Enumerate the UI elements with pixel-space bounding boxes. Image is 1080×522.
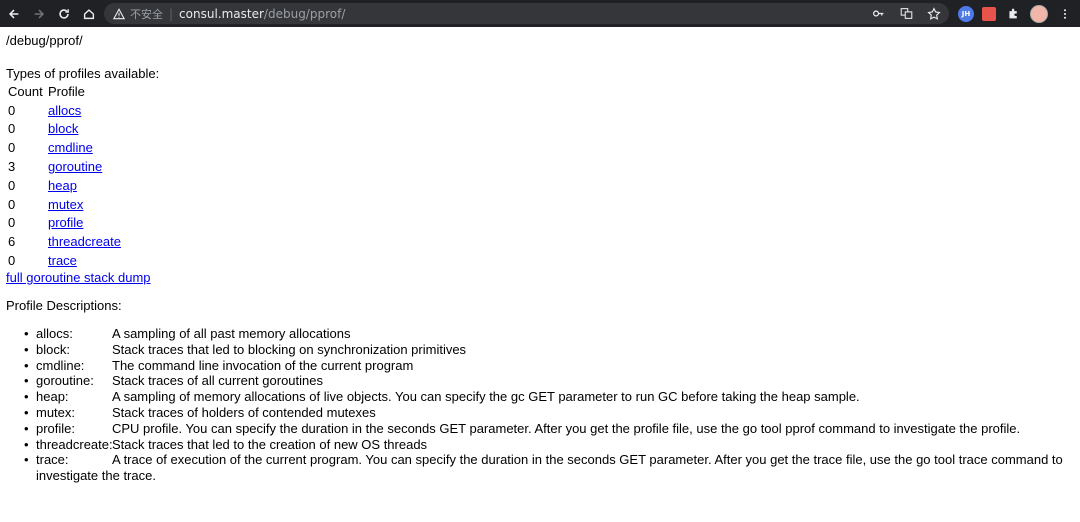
table-row: 3 goroutine: [6, 157, 123, 176]
extension-jh-icon[interactable]: JH: [958, 5, 974, 22]
description-text: CPU profile. You can specify the duratio…: [112, 420, 1021, 436]
description-name: trace:: [36, 452, 69, 468]
profile-count: 0: [8, 196, 16, 212]
profile-column-header: Profile: [48, 83, 85, 99]
profile-count: 0: [8, 121, 16, 137]
profiles-table: Count Profile 0 allocs 0 block 0 cmdline 3 g…: [6, 82, 123, 270]
profile-link-heap[interactable]: heap: [48, 178, 77, 193]
table-row: 0 allocs: [6, 101, 123, 120]
list-item: threadcreate:Stack traces that led to th…: [24, 436, 1076, 453]
table-row: 6 threadcreate: [6, 232, 123, 251]
bookmark-star-icon[interactable]: [925, 5, 943, 23]
description-name: mutex:: [36, 404, 76, 420]
profile-link-mutex[interactable]: mutex: [48, 197, 83, 212]
extension-red-icon[interactable]: [982, 6, 996, 21]
translate-icon[interactable]: [897, 5, 915, 23]
menu-kebab-icon[interactable]: [1056, 5, 1074, 23]
profile-link-goroutine[interactable]: goroutine: [48, 159, 102, 174]
profile-count: 0: [8, 102, 16, 118]
description-text: The command line invocation of the curre…: [112, 357, 414, 373]
list-item: heap: A sampling of memory allocations of…: [24, 389, 1076, 405]
description-text: A sampling of all past memory allocation…: [112, 326, 351, 341]
browser-toolbar: 不安全 | consul.master/debug/pprof/ JH: [0, 0, 1080, 27]
types-heading: Types of profiles available:: [6, 66, 160, 81]
list-item: trace:A trace of execution of the curren…: [24, 452, 1076, 484]
profile-link-threadcreate[interactable]: threadcreate: [48, 234, 121, 249]
profile-avatar-icon[interactable]: [1030, 4, 1048, 23]
list-item: mutex: Stack traces of holders of contend…: [24, 404, 1076, 421]
description-name: block:: [36, 341, 70, 357]
profile-count: 6: [8, 234, 16, 250]
list-item: cmdline: The command line invocation of t…: [24, 357, 1076, 374]
profile-count: 0: [8, 177, 16, 193]
full-goroutine-dump-link[interactable]: full goroutine stack dump: [6, 270, 151, 285]
descriptions-heading: Profile Descriptions:: [6, 298, 122, 313]
description-name: goroutine:: [36, 373, 94, 389]
table-header-row: Count Profile: [6, 82, 123, 101]
profile-link-allocs[interactable]: allocs: [48, 103, 81, 118]
profile-count: 0: [8, 140, 16, 156]
back-icon[interactable]: [3, 3, 25, 25]
forward-icon[interactable]: [28, 3, 50, 25]
profile-link-trace[interactable]: trace: [48, 253, 77, 268]
description-name: profile:: [36, 420, 76, 436]
description-text: A trace of execution of the current prog…: [36, 452, 1063, 484]
profile-count: 0: [8, 215, 16, 231]
table-row: 0 cmdline: [6, 138, 123, 157]
description-text: A sampling of memory allocations of live…: [112, 389, 860, 405]
key-icon[interactable]: [869, 5, 887, 23]
list-item: goroutine: Stack traces of all current go…: [24, 373, 1076, 389]
descriptions-list: allocs: A sampling of all past memory all…: [6, 326, 1076, 484]
profile-link-profile[interactable]: profile: [48, 215, 83, 230]
url-host: consul.master: [179, 6, 264, 21]
table-row: 0 mutex: [6, 195, 123, 214]
list-item: profile: CPU profile. You can specify the…: [24, 420, 1076, 437]
description-name: heap:: [36, 389, 69, 405]
table-row: 0 block: [6, 120, 123, 139]
insecure-label: 不安全: [130, 7, 163, 21]
address-bar[interactable]: 不安全 | consul.master/debug/pprof/: [104, 3, 949, 24]
description-name: cmdline:: [36, 357, 85, 373]
profile-link-cmdline[interactable]: cmdline: [48, 140, 93, 155]
description-text: Stack traces of holders of contended mut…: [112, 404, 376, 420]
list-item: block: Stack traces that led to blocking …: [24, 341, 1076, 358]
list-item: allocs: A sampling of all past memory all…: [24, 326, 1076, 342]
profile-link-block[interactable]: block: [48, 121, 78, 136]
home-icon[interactable]: [78, 3, 100, 25]
description-name: allocs:: [36, 326, 73, 341]
description-text: Stack traces that led to blocking on syn…: [112, 341, 467, 357]
description-text: Stack traces of all current goroutines: [112, 373, 323, 389]
reload-icon[interactable]: [53, 3, 75, 25]
description-text: Stack traces that led to the creation of…: [112, 436, 428, 452]
profile-count: 3: [8, 159, 16, 175]
profile-count: 0: [8, 253, 16, 269]
extensions-puzzle-icon[interactable]: [1004, 5, 1022, 23]
omnibox-divider: |: [169, 6, 174, 21]
url-path: /debug/pprof/: [263, 6, 346, 21]
count-column-header: Count: [8, 83, 43, 99]
warning-icon: [112, 7, 126, 21]
table-row: 0 trace: [6, 251, 123, 270]
table-row: 0 profile: [6, 214, 123, 233]
table-row: 0 heap: [6, 176, 123, 195]
description-name: threadcreate:: [36, 436, 113, 452]
page-path-heading: /debug/pprof/: [6, 33, 83, 48]
